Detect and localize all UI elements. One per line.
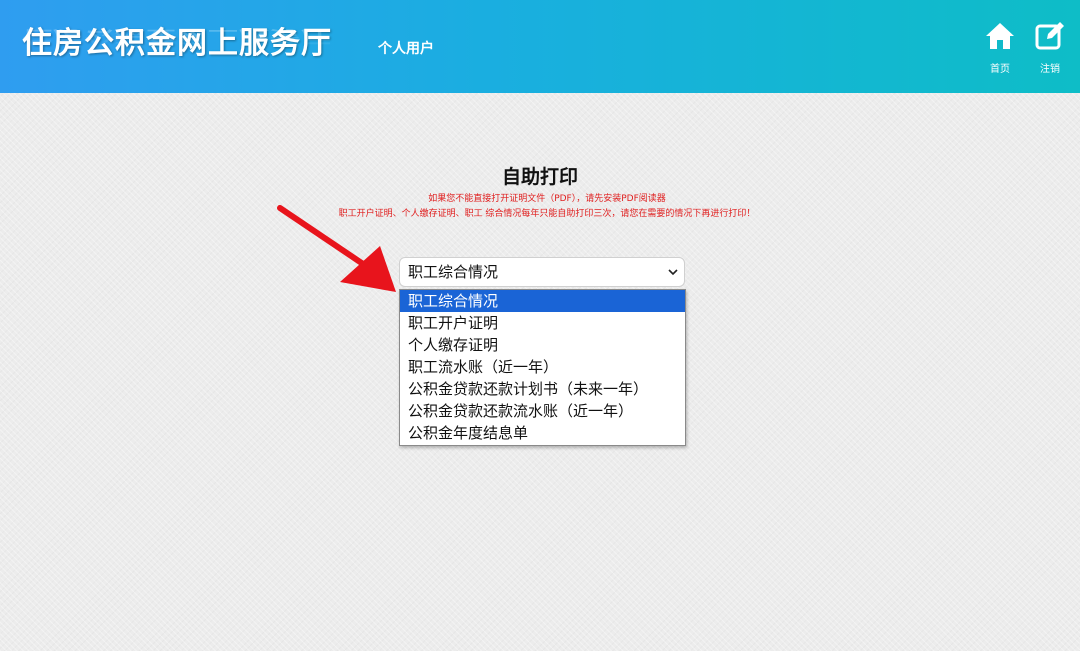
option-huankuan-liushuizhang[interactable]: 公积金贷款还款流水账（近一年）: [400, 400, 685, 422]
option-liushuizhang[interactable]: 职工流水账（近一年）: [400, 356, 685, 378]
header-bar: 住房公积金网上服务厅 住房公积金网上服务厅 个人用户 首页 注销: [0, 0, 1080, 93]
page-title: 自助打印: [501, 166, 578, 188]
document-type-options: 职工综合情况 职工开户证明 个人缴存证明 职工流水账（近一年） 公积金贷款还款计…: [399, 289, 686, 446]
home-icon: [986, 23, 1014, 49]
notice-print-limit: 职工开户证明、个人缴存证明、职工 综合情况每年只能自助打印三次，请您在需要的情况…: [338, 209, 756, 219]
user-type-label: 个人用户: [378, 41, 434, 57]
option-niandu-jiexidan[interactable]: 公积金年度结息单: [400, 422, 685, 444]
home-label: 首页: [990, 64, 1010, 75]
logout-button[interactable]: 注销: [1030, 20, 1070, 80]
option-zhigong-zonghe[interactable]: 职工综合情况: [400, 290, 685, 312]
option-kaihu-zhengming[interactable]: 职工开户证明: [400, 312, 685, 334]
home-button[interactable]: 首页: [980, 20, 1020, 80]
notice-pdf-reader: 如果您不能直接打开证明文件（PDF），请先安装PDF阅读器: [428, 194, 666, 204]
document-type-select[interactable]: 职工综合情况: [399, 257, 685, 287]
option-jiaocun-zhengming[interactable]: 个人缴存证明: [400, 334, 685, 356]
logout-label: 注销: [1040, 64, 1060, 75]
red-arrow-annotation: [277, 205, 396, 292]
chevron-down-icon: [668, 269, 678, 276]
site-title-reflection: 住房公积金网上服务厅: [22, 26, 332, 46]
option-huankuan-jihuashu[interactable]: 公积金贷款还款计划书（未来一年）: [400, 378, 685, 400]
edit-icon: [1035, 22, 1064, 50]
select-value: 职工综合情况: [408, 263, 499, 281]
